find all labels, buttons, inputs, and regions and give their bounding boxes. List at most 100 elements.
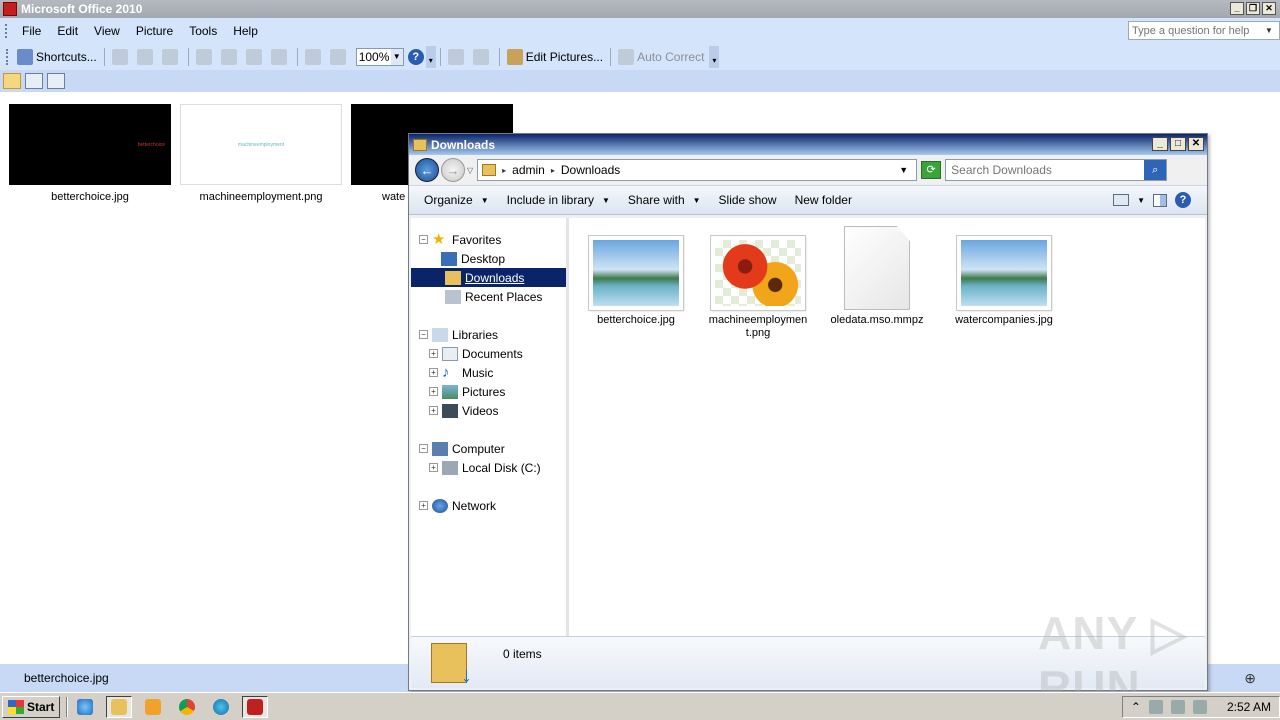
menu-help[interactable]: Help [225,24,266,38]
include-in-library-button[interactable]: Include in library ▼ [498,193,619,207]
toolbar-grip[interactable] [6,49,9,65]
toolbar-options-chevron[interactable]: ▾ [709,46,720,68]
picture-manager-app-icon[interactable] [3,2,17,16]
breadcrumb-downloads[interactable]: Downloads [561,163,620,177]
collapse-icon[interactable]: − [419,235,428,244]
show-hidden-icons-icon[interactable]: ⌃ [1131,700,1141,714]
toolbar-options-chevron[interactable]: ▾ [425,46,436,68]
taskbar-edge[interactable] [208,696,234,718]
restore-button[interactable]: ❐ [1246,2,1260,15]
file-item[interactable]: oledata.mso.mmpz [827,226,927,327]
slide-show-button[interactable]: Slide show [710,193,786,207]
nav-pictures[interactable]: + Pictures [429,382,569,401]
menu-view[interactable]: View [86,24,128,38]
expand-icon[interactable]: + [419,501,428,510]
rotate-right-button[interactable] [470,46,495,68]
explorer-titlebar[interactable]: Downloads _ □ ✕ [409,134,1207,155]
taskbar-picture-manager[interactable] [242,695,269,718]
cut-button[interactable] [193,46,218,68]
taskbar-chrome[interactable] [174,696,200,718]
nav-videos[interactable]: + Videos [429,401,569,420]
nav-favorites[interactable]: − ★ Favorites [419,230,577,249]
menu-file[interactable]: File [14,24,49,38]
collapse-icon[interactable]: − [419,330,428,339]
share-with-button[interactable]: Share with ▼ [619,193,710,207]
menubar-grip[interactable] [5,24,8,38]
clock[interactable]: 2:52 AM [1227,700,1271,714]
help-question-box[interactable]: ▼ [1128,21,1280,40]
collapse-icon[interactable]: − [419,444,428,453]
save-button[interactable] [109,46,134,68]
forward-button[interactable]: → [441,158,465,182]
organize-button[interactable]: Organize ▼ [415,193,498,207]
chevron-down-icon[interactable]: ▼ [1265,26,1273,35]
auto-correct-button[interactable]: Auto Correct [615,46,707,68]
thumbnail-image[interactable]: machineemployment [180,104,342,185]
delete-button[interactable] [268,46,293,68]
undo-button[interactable] [302,46,327,68]
thumbnail-view-button[interactable] [3,73,21,89]
zoom-select[interactable]: 100% ▼ [355,48,404,66]
close-button[interactable]: ✕ [1262,2,1276,15]
copy-button[interactable] [218,46,243,68]
filmstrip-view-button[interactable] [25,73,43,89]
thumbnail-image[interactable]: betterchoice [9,104,171,185]
breadcrumb-arrow-icon[interactable]: ▸ [551,166,555,175]
file-item[interactable]: machineemployment.png [708,235,808,340]
maximize-button[interactable]: □ [1170,137,1186,151]
menu-picture[interactable]: Picture [128,24,181,38]
nav-computer[interactable]: − Computer [419,439,577,458]
expand-icon[interactable]: + [429,387,438,396]
expand-icon[interactable]: + [429,463,438,472]
nav-desktop[interactable]: Desktop [429,249,569,268]
single-picture-view-button[interactable] [47,73,65,89]
start-button[interactable]: Start [2,695,61,718]
nav-network[interactable]: + Network [419,496,577,515]
nav-recent-places[interactable]: Recent Places [441,287,569,306]
shortcuts-button[interactable]: Shortcuts... [14,46,100,68]
taskbar-explorer[interactable] [106,695,133,718]
file-item[interactable]: betterchoice.jpg [586,235,686,327]
close-button[interactable]: ✕ [1188,137,1204,151]
help-icon[interactable]: ? [407,49,424,65]
nav-libraries[interactable]: − Libraries [419,325,577,344]
rotate-left-button[interactable] [445,46,470,68]
thumbnail-item[interactable]: machineemployment machineemployment.png [180,104,342,203]
help-icon[interactable]: ? [1175,192,1191,208]
chevron-down-icon[interactable]: ▼ [1137,196,1145,205]
print-button[interactable] [134,46,159,68]
back-button[interactable]: ← [415,158,439,182]
minimize-button[interactable]: _ [1230,2,1244,15]
preview-pane-icon[interactable] [1153,193,1167,207]
breadcrumb[interactable]: ▸ admin ▸ Downloads ▼ [477,159,918,181]
nav-downloads[interactable]: Downloads [411,268,566,287]
recent-pages-chevron-icon[interactable]: ▽ [467,166,473,175]
breadcrumb-admin[interactable]: admin [512,163,545,177]
volume-icon[interactable] [1148,699,1163,714]
nav-local-disk[interactable]: + Local Disk (C:) [429,458,569,477]
help-question-input[interactable] [1129,22,1265,39]
redo-button[interactable] [327,46,352,68]
network-status-icon[interactable] [1170,699,1185,714]
taskbar-internet-explorer[interactable] [72,696,98,718]
refresh-icon[interactable]: ⟳ [921,161,942,179]
new-folder-button[interactable]: New folder [786,193,861,207]
nav-music[interactable]: + ♪ Music [429,363,569,382]
nav-documents[interactable]: + Documents [429,344,569,363]
expand-icon[interactable]: + [429,406,438,415]
thumbnail-item[interactable]: betterchoice betterchoice.jpg [9,104,171,203]
taskbar-media-player[interactable] [140,696,166,718]
search-input[interactable] [946,163,1145,177]
search-icon[interactable]: ⌕ [1144,160,1167,180]
file-item[interactable]: watercompanies.jpg [954,235,1054,327]
expand-icon[interactable]: + [429,368,438,377]
search-box[interactable]: ⌕ [945,159,1168,181]
chevron-down-icon[interactable]: ▼ [390,49,403,65]
email-button[interactable] [159,46,184,68]
action-center-flag-icon[interactable] [1192,699,1207,714]
minimize-button[interactable]: _ [1152,137,1168,151]
edit-pictures-button[interactable]: Edit Pictures... [504,46,606,68]
address-history-chevron-icon[interactable]: ▼ [899,165,916,175]
menu-edit[interactable]: Edit [49,24,86,38]
change-view-icon[interactable] [1113,194,1130,206]
